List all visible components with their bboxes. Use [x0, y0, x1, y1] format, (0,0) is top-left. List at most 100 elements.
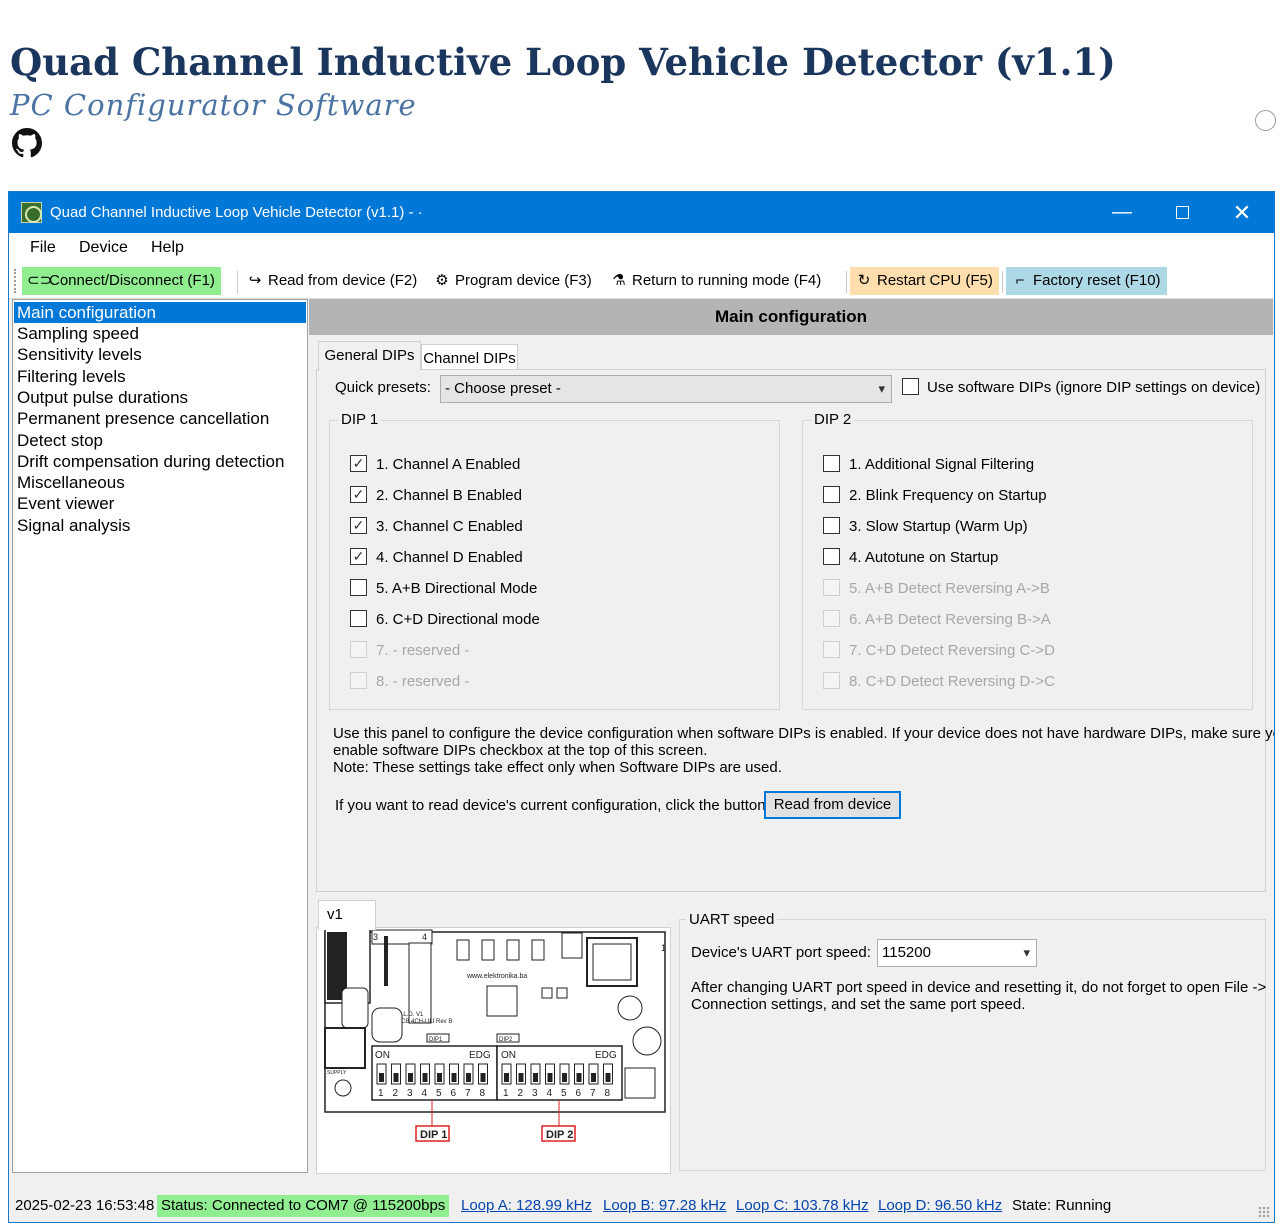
tab-v1[interactable]: v1	[318, 900, 376, 930]
quick-presets-select[interactable]: - Choose preset - ▾	[440, 375, 892, 403]
dip1-item-5-label[interactable]: 5. A+B Directional Mode	[376, 580, 537, 597]
dip1-item-2-checkbox[interactable]: ✓	[350, 486, 367, 503]
dip2-item-1-label[interactable]: 1. Additional Signal Filtering	[849, 456, 1034, 473]
uart-note-2: Connection settings, and set the same po…	[691, 996, 1026, 1013]
dip1-item-4-checkbox[interactable]: ✓	[350, 548, 367, 565]
nav-item-sampling-speed[interactable]: Sampling speed	[14, 323, 306, 344]
dip1-item-6-checkbox[interactable]	[350, 610, 367, 627]
program-icon: ⚙	[435, 272, 449, 289]
tab-channel-dips[interactable]: Channel DIPs	[421, 344, 518, 371]
dip1-switch-knob-4	[422, 1073, 428, 1082]
board-diagram: 3 4 www.elektronika.ba Q.L.D. V1 PCB 4CH…	[324, 928, 666, 1142]
dip2-item-6-label: 6. A+B Detect Reversing B->A	[849, 611, 1051, 628]
dip2-item-4-label[interactable]: 4. Autotune on Startup	[849, 549, 998, 566]
read-from-device-button[interactable]: ↪ Read from device (F2)	[241, 267, 423, 295]
status-loop-c[interactable]: Loop C: 103.78 kHz	[732, 1195, 873, 1217]
nav-item-filtering-levels[interactable]: Filtering levels	[14, 366, 306, 387]
theme-toggle-radio[interactable]	[1255, 110, 1276, 131]
section-header: Main configuration	[309, 299, 1273, 335]
connect-disconnect-button[interactable]: ⊂⊃Connect/Disconnect (F1)	[22, 267, 221, 295]
dip1-item-1-label[interactable]: 1. Channel A Enabled	[376, 456, 520, 473]
dip2-item-7-checkbox	[823, 641, 840, 658]
nav-item-main-configuration[interactable]: Main configuration	[14, 302, 306, 323]
dip1-item-3-label[interactable]: 3. Channel C Enabled	[376, 518, 523, 535]
read-from-device-panel-button[interactable]: Read from device	[764, 791, 901, 819]
restart-cpu-button[interactable]: ↻ Restart CPU (F5)	[850, 267, 999, 295]
connect-label: Connect/Disconnect (F1)	[49, 272, 215, 289]
dip1-item-7-checkbox	[350, 641, 367, 658]
dip1-switch-number-3: 3	[407, 1088, 413, 1099]
tab-general-dips[interactable]: General DIPs	[318, 341, 421, 371]
toolbar-grip[interactable]	[14, 269, 17, 293]
resize-grip-icon[interactable]	[1258, 1206, 1270, 1218]
dip2-switch-knob-5	[562, 1073, 567, 1082]
board-image-panel: 3 4 www.elektronika.ba Q.L.D. V1 PCB 4CH…	[316, 927, 671, 1174]
toolbar-separator	[237, 271, 238, 293]
dip1-item-1-checkbox[interactable]: ✓	[350, 455, 367, 472]
nav-item-miscellaneous[interactable]: Miscellaneous	[14, 472, 306, 493]
pcb-dip2-label: DIP2	[499, 1037, 513, 1043]
general-dips-panel: Quick presets: - Choose preset - ▾ Use s…	[316, 369, 1274, 892]
status-loop-d[interactable]: Loop D: 96.50 kHz	[874, 1195, 1006, 1217]
nav-item-sensitivity-levels[interactable]: Sensitivity levels	[14, 344, 306, 365]
dip1-switch-number-4: 4	[422, 1088, 428, 1099]
window-titlebar[interactable]: Quad Channel Inductive Loop Vehicle Dete…	[9, 192, 1274, 233]
uart-speed-select[interactable]: 115200 ▾	[877, 939, 1037, 967]
nav-item-drift-compensation[interactable]: Drift compensation during detection	[14, 451, 306, 472]
dip1-item-3-checkbox[interactable]: ✓	[350, 517, 367, 534]
dip1-item-5-checkbox[interactable]	[350, 579, 367, 596]
dip2-item-7-label: 7. C+D Detect Reversing C->D	[849, 642, 1055, 659]
dip1-item-4-label[interactable]: 4. Channel D Enabled	[376, 549, 523, 566]
dip2-item-1-checkbox[interactable]	[823, 455, 840, 472]
app-window: Quad Channel Inductive Loop Vehicle Dete…	[8, 191, 1275, 1223]
status-loop-a[interactable]: Loop A: 128.99 kHz	[457, 1195, 596, 1217]
maximize-button[interactable]	[1152, 192, 1212, 233]
return-running-mode-button[interactable]: ⚗ Return to running mode (F4)	[605, 267, 827, 295]
dip2-item-3-label[interactable]: 3. Slow Startup (Warm Up)	[849, 518, 1028, 535]
page-title: Quad Channel Inductive Loop Vehicle Dete…	[10, 40, 1116, 84]
use-software-dips-label[interactable]: Use software DIPs (ignore DIP settings o…	[927, 379, 1260, 396]
menu-file[interactable]: File	[30, 239, 56, 257]
dip2-sw-on: ON	[501, 1050, 516, 1061]
dip1-switch-number-6: 6	[451, 1088, 457, 1099]
dip1-item-8-checkbox	[350, 672, 367, 689]
nav-item-output-pulse-durations[interactable]: Output pulse durations	[14, 387, 306, 408]
program-device-button[interactable]: ⚙ Program device (F3)	[428, 267, 598, 295]
status-bar: 2025-02-23 16:53:48 Status: Connected to…	[9, 1192, 1274, 1222]
dip2-switch-knob-4	[547, 1073, 553, 1082]
nav-list: Main configuration Sampling speed Sensit…	[12, 299, 308, 1173]
dip1-item-6-label[interactable]: 6. C+D Directional mode	[376, 611, 540, 628]
dip1-item-8-label: 8. - reserved -	[376, 673, 470, 690]
dip2-item-2-label[interactable]: 2. Blink Frequency on Startup	[849, 487, 1047, 504]
use-software-dips-checkbox[interactable]	[902, 378, 919, 395]
factory-reset-button[interactable]: ⌐ Factory reset (F10)	[1006, 267, 1167, 295]
read-label: Read from device (F2)	[268, 272, 418, 289]
minimize-button[interactable]: —	[1092, 192, 1152, 233]
menu-help[interactable]: Help	[151, 239, 184, 257]
status-loop-b[interactable]: Loop B: 97.28 kHz	[599, 1195, 730, 1217]
dip2-switch-number-4: 4	[547, 1088, 553, 1099]
pcb-conn2-label: 4	[422, 932, 427, 942]
nav-item-detect-stop[interactable]: Detect stop	[14, 430, 306, 451]
toolbar: ⊂⊃Connect/Disconnect (F1) ↪ Read from dev…	[9, 263, 1274, 299]
nav-item-signal-analysis[interactable]: Signal analysis	[14, 515, 306, 536]
status-state: State: Running	[1012, 1197, 1112, 1214]
dip2-item-3-checkbox[interactable]	[823, 517, 840, 534]
uart-speed-value: 115200	[882, 944, 931, 961]
close-button[interactable]: ✕	[1212, 192, 1272, 233]
quick-presets-value: - Choose preset -	[445, 380, 561, 397]
pcb-web-label: www.elektronika.ba	[466, 973, 527, 980]
dip2-item-5-label: 5. A+B Detect Reversing A->B	[849, 580, 1050, 597]
dip2-item-4-checkbox[interactable]	[823, 548, 840, 565]
menu-device[interactable]: Device	[79, 239, 128, 257]
nav-item-permanent-presence-cancellation[interactable]: Permanent presence cancellation	[14, 408, 306, 429]
dip1-item-2-label[interactable]: 2. Channel B Enabled	[376, 487, 522, 504]
nav-item-event-viewer[interactable]: Event viewer	[14, 493, 306, 514]
dip2-item-2-checkbox[interactable]	[823, 486, 840, 503]
dip2-item-8-checkbox	[823, 672, 840, 689]
dip2-switch-number-2: 2	[518, 1088, 524, 1099]
dip2-group-label: DIP 2	[811, 411, 855, 428]
dip2-switch-knob-3	[533, 1073, 538, 1082]
restart-icon: ↻	[857, 272, 871, 289]
github-icon[interactable]	[12, 128, 42, 158]
